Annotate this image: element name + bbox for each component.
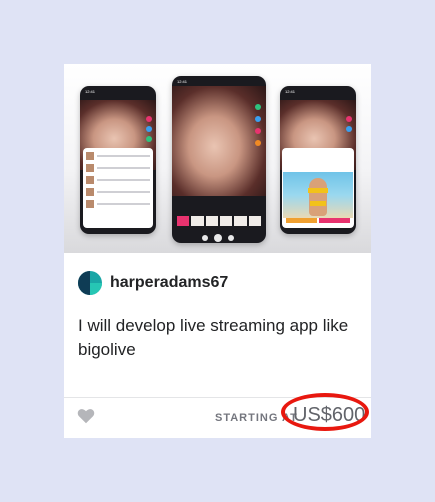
carousel-dots[interactable] [202,234,234,242]
gig-preview-image[interactable]: 12:41 12:41 12:41 [64,64,371,253]
carousel-dot[interactable] [228,235,234,241]
divider [64,397,371,398]
phone-mockup-left: 12:41 [80,86,156,234]
phone-mockup-center: 12:41 [172,76,266,243]
heart-icon[interactable] [77,408,95,424]
carousel-dot-active[interactable] [214,234,222,242]
avatar[interactable] [78,271,102,295]
carousel-dot[interactable] [202,235,208,241]
phone-mockup-right: 12:41 [280,86,356,234]
gig-card[interactable]: 12:41 12:41 12:41 harperadams67 I will d… [64,64,371,438]
seller-name[interactable]: harperadams67 [110,274,228,292]
gig-title[interactable]: I will develop live streaming app like b… [78,314,363,362]
starting-at-label: STARTING AT [215,412,298,424]
price: US$600 [293,404,366,426]
seller-info[interactable]: harperadams67 [78,271,228,295]
